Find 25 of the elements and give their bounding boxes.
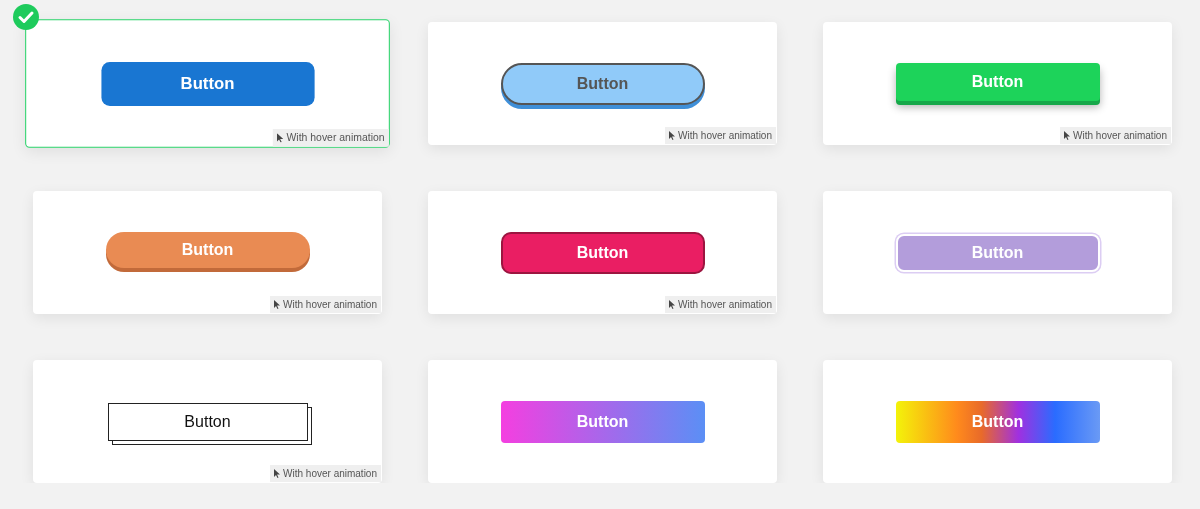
card[interactable]: Button With hover animation <box>25 19 390 148</box>
hover-note: With hover animation <box>270 465 381 482</box>
hover-note: With hover animation <box>272 128 389 147</box>
hover-note: With hover animation <box>1060 127 1171 144</box>
demo-button[interactable]: Button <box>500 400 705 443</box>
card[interactable]: Button With hover animation <box>33 191 382 314</box>
demo-button[interactable]: Button <box>100 61 315 106</box>
card[interactable]: Button With hover animation <box>428 22 777 145</box>
cursor-icon <box>274 469 281 478</box>
check-icon <box>13 4 39 30</box>
cursor-icon <box>669 300 676 309</box>
cursor-icon <box>277 133 284 143</box>
hover-note: With hover animation <box>665 127 776 144</box>
card[interactable]: Button <box>823 191 1172 314</box>
hover-note: With hover animation <box>270 296 381 313</box>
cursor-icon <box>669 131 676 140</box>
demo-button[interactable]: Button <box>500 231 705 274</box>
demo-button[interactable]: Button <box>895 233 1100 272</box>
card[interactable]: Button With hover animation <box>823 22 1172 145</box>
card[interactable]: Button With hover animation <box>33 360 382 483</box>
hover-note: With hover animation <box>665 296 776 313</box>
cursor-icon <box>1064 131 1071 140</box>
card[interactable]: Button With hover animation <box>428 191 777 314</box>
cursor-icon <box>274 300 281 309</box>
card[interactable]: Button <box>428 360 777 483</box>
